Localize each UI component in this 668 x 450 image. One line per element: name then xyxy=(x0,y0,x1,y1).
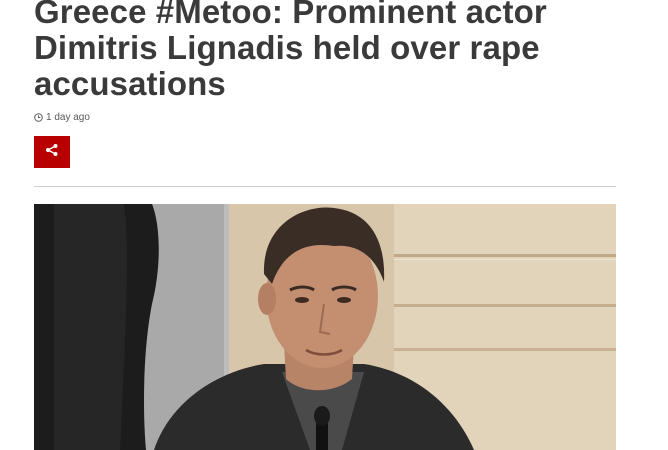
headline-line: accusations xyxy=(34,65,226,102)
headline-line: Dimitris Lignadis held over rape xyxy=(34,29,540,66)
article: Greece #Metoo: Prominent actor Dimitris … xyxy=(0,0,668,450)
article-meta: 1 day ago xyxy=(34,112,90,123)
clock-icon xyxy=(34,113,43,122)
share-button[interactable] xyxy=(34,136,70,168)
share-icon xyxy=(45,143,59,162)
article-headline: Greece #Metoo: Prominent actor Dimitris … xyxy=(34,0,634,102)
headline-line: Greece #Metoo: Prominent actor xyxy=(34,0,547,30)
divider xyxy=(34,186,616,187)
article-timestamp: 1 day ago xyxy=(46,112,90,123)
article-photo xyxy=(34,204,616,450)
